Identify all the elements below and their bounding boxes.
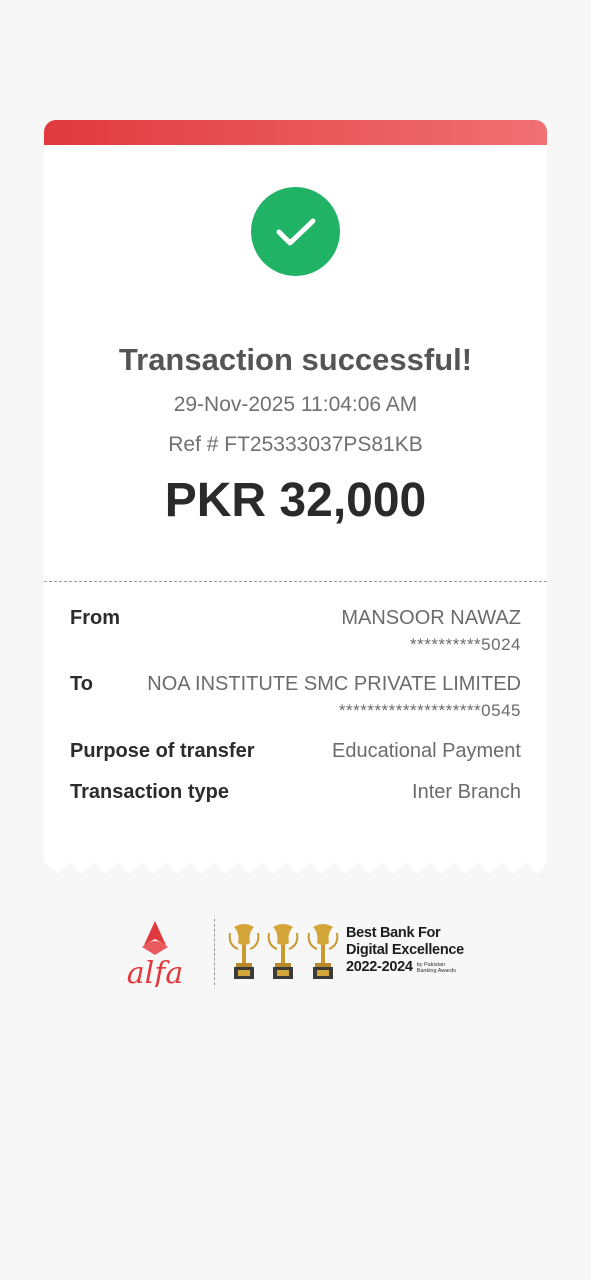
receipt-zigzag-edge: [44, 860, 547, 874]
trophy-icon: [228, 924, 260, 979]
award-by-text: by Pakistan Banking Awards: [417, 962, 456, 974]
to-label: To: [70, 673, 93, 695]
award-line-1: Best Bank For: [346, 925, 441, 941]
award-by-line-2: Banking Awards: [416, 968, 456, 974]
footer-separator: [214, 919, 215, 985]
receipt-top-bar: [44, 120, 547, 145]
receipt-summary: Transaction successful! 29-Nov-2025 11:0…: [44, 145, 547, 581]
trophy-icon: [307, 924, 339, 979]
transaction-type-value: Inter Branch: [412, 781, 521, 803]
award-years: 2022-2024: [346, 959, 413, 975]
purpose-value: Educational Payment: [331, 740, 521, 762]
footer-branding: alfa Best Bank For Digital Excellence 20…: [0, 915, 591, 995]
from-name: MANSOOR NAWAZ: [341, 607, 521, 629]
alfa-logo-text: alfa: [127, 956, 183, 987]
alfa-logo: alfa: [127, 921, 183, 987]
transaction-type-label: Transaction type: [70, 781, 229, 803]
award-line-3: 2022-2024 by Pakistan Banking Awards: [346, 959, 464, 976]
to-name: NOA INSTITUTE SMC PRIVATE LIMITED: [147, 673, 521, 695]
from-account: **********5024: [410, 635, 521, 654]
to-account: ********************0545: [338, 701, 521, 720]
transaction-amount: PKR 32,000: [164, 474, 427, 527]
award-text: Best Bank For Digital Excellence 2022-20…: [346, 925, 464, 976]
purpose-label: Purpose of transfer: [70, 740, 255, 762]
transaction-receipt-screen: Transaction successful! 29-Nov-2025 11:0…: [0, 0, 591, 1280]
status-title: Transaction successful!: [118, 342, 473, 377]
transaction-datetime: 29-Nov-2025 11:04:06 AM: [173, 393, 418, 416]
transaction-reference: Ref # FT25333037PS81KB: [168, 433, 423, 456]
award-line-2: Digital Excellence: [346, 942, 464, 958]
trophy-icon: [267, 924, 299, 979]
transaction-details: From MANSOOR NAWAZ **********5024 To NOA…: [44, 581, 547, 860]
receipt-card: Transaction successful! 29-Nov-2025 11:0…: [44, 120, 547, 876]
success-check-icon: [251, 187, 340, 276]
from-label: From: [70, 607, 120, 629]
dashed-divider: [44, 581, 547, 582]
